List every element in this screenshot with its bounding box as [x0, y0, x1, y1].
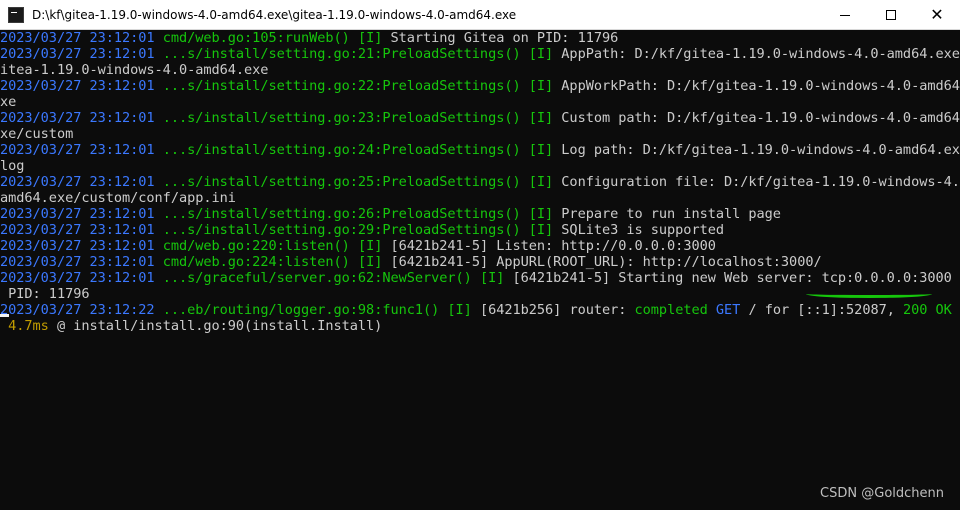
- duration: 4.7ms: [0, 318, 49, 334]
- log-message-continuation: log: [0, 158, 25, 174]
- log-line: 2023/03/27 23:12:01 ...s/install/setting…: [0, 46, 960, 62]
- log-source: cmd/web.go:105:runWeb(): [162, 30, 350, 46]
- log-line: 2023/03/27 23:12:01 cmd/web.go:224:liste…: [0, 254, 960, 270]
- router-completed: completed: [634, 302, 708, 318]
- console-icon: [8, 6, 24, 23]
- log-level: [I]: [357, 238, 383, 254]
- http-method: GET: [715, 302, 741, 318]
- minimize-icon: [840, 14, 850, 16]
- log-source: ...s/install/setting.go:25:PreloadSettin…: [162, 174, 521, 190]
- log-line: 2023/03/27 23:12:01 ...s/install/setting…: [0, 78, 960, 94]
- log-line: 2023/03/27 23:12:01 ...s/graceful/server…: [0, 270, 960, 286]
- log-timestamp: 2023/03/27 23:12:01: [0, 30, 155, 46]
- log-level: [I]: [528, 46, 554, 62]
- log-source: ...s/graceful/server.go:62:NewServer(): [162, 270, 472, 286]
- close-icon: ✕: [930, 5, 944, 24]
- log-source: ...s/install/setting.go:26:PreloadSettin…: [162, 206, 521, 222]
- log-level: [I]: [357, 254, 383, 270]
- log-line: 2023/03/27 23:12:01 ...s/install/setting…: [0, 110, 960, 126]
- log-message: Log path: D:/kf/gitea-1.19.0-windows-4.0…: [561, 142, 960, 158]
- log-timestamp: 2023/03/27 23:12:01: [0, 254, 155, 270]
- log-level: [I]: [447, 302, 472, 318]
- log-source: cmd/web.go:220:listen(): [162, 238, 350, 254]
- log-line: 2023/03/27 23:12:01 ...s/install/setting…: [0, 174, 960, 190]
- title-bar[interactable]: D:\kf\gitea-1.19.0-windows-4.0-amd64.exe…: [0, 0, 960, 30]
- console-output[interactable]: 2023/03/27 23:12:01 cmd/web.go:105:runWe…: [0, 30, 960, 510]
- log-message-continuation: xe: [0, 94, 17, 110]
- log-message: [6421b241-5] Listen: http://0.0.0.0:3000: [390, 238, 716, 254]
- log-line: 2023/03/27 23:12:01 ...s/install/setting…: [0, 206, 960, 222]
- log-timestamp: 2023/03/27 23:12:01: [0, 142, 155, 158]
- log-level: [I]: [528, 174, 554, 190]
- log-timestamp: 2023/03/27 23:12:01: [0, 78, 155, 94]
- log-message-continuation: amd64.exe/custom/conf/app.ini: [0, 190, 236, 206]
- router-path: / for [::1]:52087,: [748, 302, 895, 318]
- http-status: 200 OK: [903, 302, 952, 318]
- log-line: 2023/03/27 23:12:01 ...s/install/setting…: [0, 142, 960, 158]
- log-source: ...s/install/setting.go:24:PreloadSettin…: [162, 142, 521, 158]
- log-line-continuation: itea-1.19.0-windows-4.0-amd64.exe: [0, 62, 960, 78]
- log-line-continuation: log: [0, 158, 960, 174]
- log-level: [I]: [528, 206, 554, 222]
- log-line-continuation: xe/custom: [0, 126, 960, 142]
- log-line-continuation: amd64.exe/custom/conf/app.ini: [0, 190, 960, 206]
- log-timestamp: 2023/03/27 23:12:01: [0, 270, 155, 286]
- log-level: [I]: [528, 110, 554, 126]
- log-message: AppPath: D:/kf/gitea-1.19.0-windows-4.0-…: [561, 46, 960, 62]
- log-line-continuation: xe: [0, 94, 960, 110]
- log-level: [I]: [528, 222, 554, 238]
- log-line: 2023/03/27 23:12:01 cmd/web.go:220:liste…: [0, 238, 960, 254]
- log-message-continuation: PID: 11796: [0, 286, 90, 302]
- log-line-router: 2023/03/27 23:12:22 ...eb/routing/logger…: [0, 302, 960, 318]
- log-timestamp: 2023/03/27 23:12:01: [0, 206, 155, 222]
- log-line: 2023/03/27 23:12:01 cmd/web.go:105:runWe…: [0, 30, 960, 46]
- log-line-continuation: 4.7ms @ install/install.go:90(install.In…: [0, 318, 960, 334]
- log-timestamp: 2023/03/27 23:12:01: [0, 110, 155, 126]
- log-message: SQLite3 is supported: [561, 222, 724, 238]
- log-source: ...eb/routing/logger.go:98:func1(): [162, 302, 440, 318]
- log-level: [I]: [479, 270, 505, 286]
- log-source: ...s/install/setting.go:29:PreloadSettin…: [162, 222, 521, 238]
- log-source: ...s/install/setting.go:23:PreloadSettin…: [162, 110, 521, 126]
- maximize-icon: [886, 10, 896, 20]
- minimize-button[interactable]: [822, 0, 868, 30]
- close-button[interactable]: ✕: [914, 0, 960, 30]
- log-message: [6421b241-5] AppURL(ROOT_URL): http://lo…: [390, 254, 822, 270]
- log-message-continuation: itea-1.19.0-windows-4.0-amd64.exe: [0, 62, 269, 78]
- window-title: D:\kf\gitea-1.19.0-windows-4.0-amd64.exe…: [32, 7, 517, 22]
- maximize-button[interactable]: [868, 0, 914, 30]
- log-message-continuation: xe/custom: [0, 126, 74, 142]
- request-id: [6421b256]: [479, 302, 562, 318]
- log-message: Configuration file: D:/kf/gitea-1.19.0-w…: [561, 174, 960, 190]
- log-timestamp: 2023/03/27 23:12:01: [0, 222, 155, 238]
- log-level: [I]: [528, 78, 554, 94]
- log-message: [6421b241-5] Starting new Web server: tc…: [512, 270, 960, 286]
- log-source: ...s/install/setting.go:22:PreloadSettin…: [162, 78, 521, 94]
- log-timestamp: 2023/03/27 23:12:22: [0, 302, 155, 318]
- log-message: Prepare to run install page: [561, 206, 781, 222]
- log-timestamp: 2023/03/27 23:12:01: [0, 238, 155, 254]
- log-timestamp: 2023/03/27 23:12:01: [0, 46, 155, 62]
- text-cursor: [0, 314, 9, 317]
- log-source: cmd/web.go:224:listen(): [162, 254, 350, 270]
- log-message: Custom path: D:/kf/gitea-1.19.0-windows-…: [561, 110, 960, 126]
- log-message: AppWorkPath: D:/kf/gitea-1.19.0-windows-…: [561, 78, 960, 94]
- router-label: router:: [569, 302, 627, 318]
- log-message: Starting Gitea on PID: 11796: [390, 30, 619, 46]
- log-level: [I]: [357, 30, 383, 46]
- highlight-underline: [806, 290, 932, 298]
- log-line: 2023/03/27 23:12:01 ...s/install/setting…: [0, 222, 960, 238]
- watermark: CSDN @Goldchenn: [820, 486, 944, 501]
- log-level: [I]: [528, 142, 554, 158]
- handler: @ install/install.go:90(install.Install): [48, 318, 383, 334]
- log-timestamp: 2023/03/27 23:12:01: [0, 174, 155, 190]
- log-source: ...s/install/setting.go:21:PreloadSettin…: [162, 46, 521, 62]
